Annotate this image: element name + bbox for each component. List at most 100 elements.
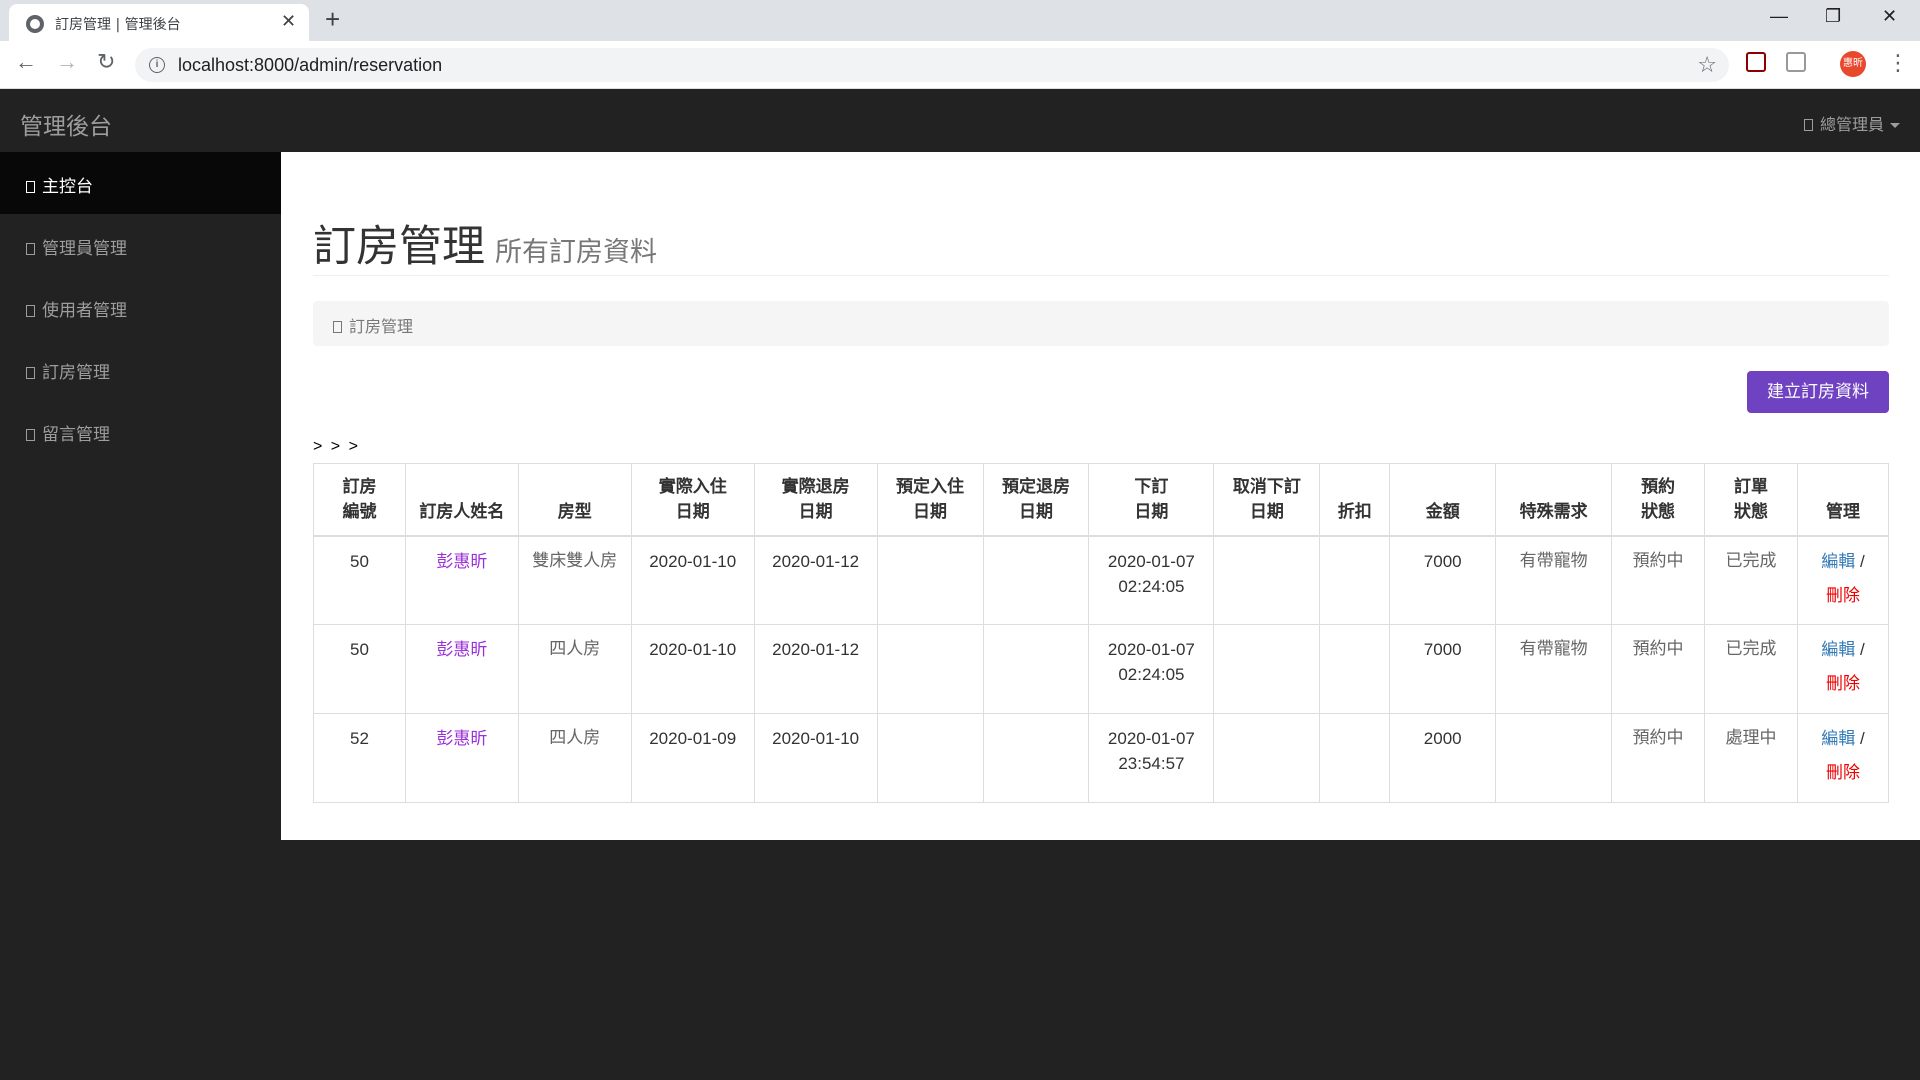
sidebar-item-label: 主控台 (42, 177, 93, 197)
sidebar-item-messages[interactable]: 留言管理 (0, 400, 281, 462)
extension-icon[interactable] (1746, 52, 1766, 72)
cell-plan-out (982, 713, 1090, 803)
minimize-button[interactable]: — (1770, 6, 1788, 27)
cell-special (1495, 713, 1613, 803)
maximize-button[interactable]: ❐ (1825, 6, 1841, 27)
edit-link[interactable]: 編輯 (1821, 640, 1855, 660)
col-header-checkout: 實際退房 日期 (753, 463, 878, 537)
star-icon[interactable]: ☆ (1697, 52, 1717, 78)
tab-close-icon[interactable]: ✕ (281, 11, 296, 32)
col-header-cancel: 取消下訂 日期 (1213, 463, 1321, 537)
dashboard-glyph-icon (26, 181, 35, 193)
cell-cancel (1213, 713, 1321, 803)
sidebar-item-dashboard[interactable]: 主控台 (0, 152, 281, 214)
cell-cancel (1213, 624, 1321, 714)
admins-glyph-icon (26, 243, 35, 255)
cell-booking-status: 預約中 (1611, 535, 1706, 625)
guest-name-link[interactable]: 彭惠昕 (436, 729, 487, 749)
col-header-special: 特殊需求 (1495, 463, 1613, 537)
cell-checkout: 2020-01-10 (753, 713, 878, 803)
cell-booking-status: 預約中 (1611, 713, 1706, 803)
cell-special: 有帶寵物 (1495, 624, 1613, 714)
table-row: 50 彭惠昕 雙床雙人房 2020-01-10 2020-01-12 2020-… (313, 535, 1890, 625)
sidebar-item-label: 使用者管理 (42, 301, 127, 321)
breadcrumb-label: 訂房管理 (349, 317, 414, 336)
address-bar[interactable]: i localhost:8000/admin/reservation ☆ (135, 48, 1729, 82)
col-header-discount: 折扣 (1319, 463, 1391, 537)
cell-plan-out (982, 624, 1090, 714)
cell-room: 四人房 (517, 713, 632, 803)
cell-name: 彭惠昕 (404, 713, 519, 803)
cell-manage: 編輯 / 刪除 (1796, 713, 1890, 803)
pagination[interactable]: > > > (313, 438, 360, 456)
reservation-table: 訂房 編號 訂房人姓名 房型 實際入住 日期 實際退房 日期 預定入住 日期 預定退房日… (313, 463, 1890, 803)
tab-title: 訂房管理 | 管理後台 (55, 17, 181, 33)
browser-tab-strip: 訂房管理 | 管理後台 ✕ + — ❐ ✕ (0, 0, 1920, 41)
sidebar-item-label: 訂房管理 (42, 363, 110, 383)
window-close-button[interactable]: ✕ (1882, 6, 1897, 27)
breadcrumb-glyph-icon (333, 321, 342, 333)
cell-checkout: 2020-01-12 (753, 624, 878, 714)
cell-order-status: 已完成 (1704, 624, 1798, 714)
sidebar-item-label: 留言管理 (42, 425, 110, 445)
cell-amount: 2000 (1389, 713, 1497, 803)
forward-arrow-icon[interactable]: → (56, 51, 78, 73)
cell-booking-status: 預約中 (1611, 624, 1706, 714)
delete-link[interactable]: 刪除 (1826, 761, 1860, 786)
cell-plan-in (876, 713, 984, 803)
col-header-id: 訂房 編號 (313, 463, 406, 537)
globe-icon (26, 15, 44, 33)
url-text[interactable]: localhost:8000/admin/reservation (178, 55, 442, 76)
user-dropdown[interactable]: 總管理員 (1803, 111, 1900, 135)
cell-checkin: 2020-01-09 (630, 713, 755, 803)
reload-icon[interactable]: ↻ (97, 51, 115, 73)
cell-checkin: 2020-01-10 (630, 535, 755, 625)
users-glyph-icon (26, 305, 35, 317)
menu-dots-icon[interactable]: ⋮ (1887, 50, 1909, 76)
cell-plan-in (876, 624, 984, 714)
cell-order-date: 2020-01-07 02:24:05 (1088, 535, 1215, 625)
col-header-name: 訂房人姓名 (404, 463, 519, 537)
cell-amount: 7000 (1389, 624, 1497, 714)
cell-checkout: 2020-01-12 (753, 535, 878, 625)
cell-name: 彭惠昕 (404, 535, 519, 625)
back-arrow-icon[interactable]: ← (15, 51, 37, 73)
sidebar-item-users[interactable]: 使用者管理 (0, 276, 281, 338)
profile-avatar[interactable]: 惠昕 (1840, 51, 1866, 77)
col-header-order-date: 下訂 日期 (1088, 463, 1215, 537)
extension-icon[interactable] (1786, 52, 1806, 72)
guest-name-link[interactable]: 彭惠昕 (436, 552, 487, 572)
create-reservation-button[interactable]: 建立訂房資料 (1747, 371, 1889, 413)
table-row: 50 彭惠昕 四人房 2020-01-10 2020-01-12 2020-01… (313, 624, 1890, 714)
table-row: 52 彭惠昕 四人房 2020-01-09 2020-01-10 2020-01… (313, 713, 1890, 803)
sidebar-item-reservations[interactable]: 訂房管理 (0, 338, 281, 400)
main-content: 訂房管理 所有訂房資料 訂房管理 建立訂房資料 > > > 訂房 編號 訂房人姓名 … (281, 152, 1920, 840)
sidebar: 主控台 管理員管理 使用者管理 訂房管理 留言管理 (0, 152, 281, 1080)
cell-discount (1319, 713, 1391, 803)
reservations-glyph-icon (26, 367, 35, 379)
col-header-plan-in: 預定入住 日期 (876, 463, 984, 537)
guest-name-link[interactable]: 彭惠昕 (436, 640, 487, 660)
info-icon[interactable]: i (149, 57, 165, 73)
cell-name: 彭惠昕 (404, 624, 519, 714)
cell-discount (1319, 535, 1391, 625)
brand-title[interactable]: 管理後台 (20, 107, 112, 141)
cell-checkin: 2020-01-10 (630, 624, 755, 714)
cell-plan-out (982, 535, 1090, 625)
edit-link[interactable]: 編輯 (1821, 552, 1855, 572)
sidebar-item-admins[interactable]: 管理員管理 (0, 214, 281, 276)
edit-link[interactable]: 編輯 (1821, 729, 1855, 749)
messages-glyph-icon (26, 429, 35, 441)
col-header-order-status: 訂單 狀態 (1704, 463, 1798, 537)
cell-manage: 編輯 / 刪除 (1796, 535, 1890, 625)
browser-tab[interactable]: 訂房管理 | 管理後台 ✕ (9, 4, 309, 41)
col-header-booking-status: 預約 狀態 (1611, 463, 1706, 537)
new-tab-button[interactable]: + (325, 6, 340, 32)
cell-order-date: 2020-01-07 23:54:57 (1088, 713, 1215, 803)
delete-link[interactable]: 刪除 (1826, 672, 1860, 697)
cell-amount: 7000 (1389, 535, 1497, 625)
delete-link[interactable]: 刪除 (1826, 584, 1860, 609)
col-header-manage: 管理 (1796, 463, 1890, 537)
top-navbar: 管理後台 總管理員 (0, 89, 1920, 152)
user-glyph-icon (1803, 119, 1813, 131)
